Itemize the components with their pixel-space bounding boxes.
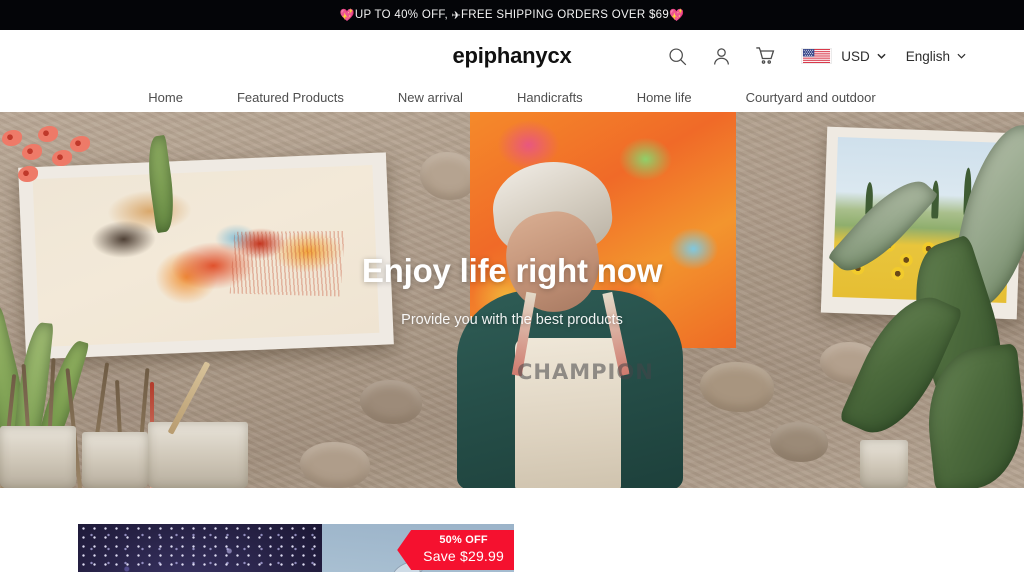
discount-percent: 50% OFF bbox=[439, 534, 488, 546]
paint-can bbox=[860, 440, 908, 488]
announcement-text-before: UP TO 40% OFF, bbox=[354, 9, 448, 21]
paint-can bbox=[82, 432, 148, 488]
abstract-painting-canvas bbox=[32, 164, 380, 348]
stone bbox=[770, 422, 828, 462]
nav-item-home-life[interactable]: Home life bbox=[610, 90, 719, 105]
chevron-down-icon bbox=[957, 53, 966, 59]
product-strip: 50% OFF Save $29.99 bbox=[0, 488, 1024, 572]
sunflower bbox=[899, 253, 913, 267]
heart-icon: 💖 bbox=[339, 8, 355, 22]
product-card-galaxy[interactable] bbox=[78, 524, 322, 572]
header-actions: USD English bbox=[655, 34, 1024, 78]
stone bbox=[700, 362, 774, 412]
sunflower bbox=[890, 266, 905, 281]
nav-item-courtyard-and-outdoor[interactable]: Courtyard and outdoor bbox=[719, 90, 903, 105]
hero-image: CHAMPION bbox=[0, 112, 1024, 488]
announcement-bar: 💖 UP TO 40% OFF, ✈ FREE SHIPPING ORDERS OV… bbox=[0, 0, 1024, 30]
us-flag-icon bbox=[801, 48, 833, 64]
announcement-text-after: FREE SHIPPING ORDERS OVER $69 bbox=[460, 9, 670, 21]
account-icon[interactable] bbox=[699, 34, 743, 78]
chevron-down-icon bbox=[877, 53, 886, 59]
search-icon[interactable] bbox=[655, 34, 699, 78]
product-card-sky[interactable]: 50% OFF Save $29.99 bbox=[322, 524, 514, 572]
nav-item-featured-products[interactable]: Featured Products bbox=[210, 90, 371, 105]
stone bbox=[360, 380, 422, 424]
shirt-text: CHAMPION bbox=[517, 360, 654, 384]
nav-item-new-arrival[interactable]: New arrival bbox=[371, 90, 490, 105]
stone bbox=[300, 442, 370, 488]
paint-can bbox=[0, 426, 76, 488]
paint-can bbox=[148, 422, 248, 488]
heart-icon: 💖 bbox=[669, 8, 685, 22]
nav-item-handicrafts[interactable]: Handicrafts bbox=[490, 90, 610, 105]
site-header: epiphanycx USD English bbox=[0, 30, 1024, 82]
discount-save-amount: Save $29.99 bbox=[423, 548, 504, 564]
currency-label: USD bbox=[841, 48, 870, 64]
airplane-icon: ✈ bbox=[451, 9, 461, 22]
artist-figure: CHAMPION bbox=[455, 142, 685, 488]
hero-banner[interactable]: CHAMPION Enjoy life right now Provide yo… bbox=[0, 112, 1024, 488]
cart-icon[interactable] bbox=[743, 34, 787, 78]
language-selector[interactable]: English bbox=[906, 49, 966, 64]
discount-badge: 50% OFF Save $29.99 bbox=[397, 530, 514, 570]
main-navigation: Home Featured Products New arrival Handi… bbox=[0, 82, 1024, 112]
currency-selector[interactable]: USD bbox=[841, 49, 886, 64]
abstract-painting-left bbox=[18, 152, 394, 360]
nav-item-home[interactable]: Home bbox=[121, 90, 210, 105]
language-label: English bbox=[905, 48, 950, 64]
